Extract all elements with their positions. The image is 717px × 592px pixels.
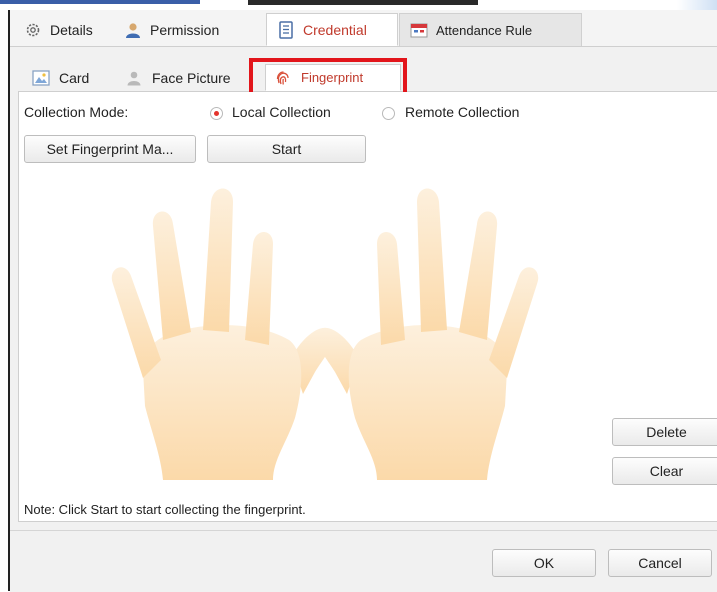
main-tab-bar: Details Permission Credential Attendance… xyxy=(10,10,717,47)
clear-button[interactable]: Clear xyxy=(612,457,717,485)
user-icon xyxy=(124,21,142,39)
left-hand xyxy=(111,188,335,480)
tab-details[interactable]: Details xyxy=(14,13,103,46)
note-text: Note: Click Start to start collecting th… xyxy=(24,502,306,517)
local-collection-radio[interactable] xyxy=(210,107,223,120)
local-collection-label[interactable]: Local Collection xyxy=(232,104,331,120)
person-icon xyxy=(125,69,143,87)
remote-collection-radio[interactable] xyxy=(382,107,395,120)
hands-illustration xyxy=(111,188,539,480)
ok-button[interactable]: OK xyxy=(492,549,596,577)
cancel-button[interactable]: Cancel xyxy=(608,549,712,577)
remote-collection-label[interactable]: Remote Collection xyxy=(405,104,519,120)
fingerprint-panel: Collection Mode: Local Collection Remote… xyxy=(18,92,717,522)
subtab-face-picture[interactable]: Face Picture xyxy=(117,64,239,91)
start-button[interactable]: Start xyxy=(207,135,366,163)
card-icon xyxy=(277,20,295,39)
delete-button[interactable]: Delete xyxy=(612,418,717,446)
dialog-footer: OK Cancel xyxy=(10,530,717,592)
set-fingerprint-button[interactable]: Set Fingerprint Ma... xyxy=(24,135,196,163)
tab-credential[interactable]: Credential xyxy=(266,13,398,46)
card-image-icon xyxy=(32,69,50,87)
calendar-icon xyxy=(410,21,428,39)
gear-icon xyxy=(24,21,42,39)
subtab-card[interactable]: Card xyxy=(24,64,97,91)
tab-attendance-rule[interactable]: Attendance Rule xyxy=(399,13,582,46)
collection-mode-label: Collection Mode: xyxy=(24,104,129,120)
person-dialog: Details Permission Credential Attendance… xyxy=(8,10,717,592)
top-crop xyxy=(0,0,717,10)
tab-permission[interactable]: Permission xyxy=(114,13,229,46)
right-hand xyxy=(315,188,539,480)
